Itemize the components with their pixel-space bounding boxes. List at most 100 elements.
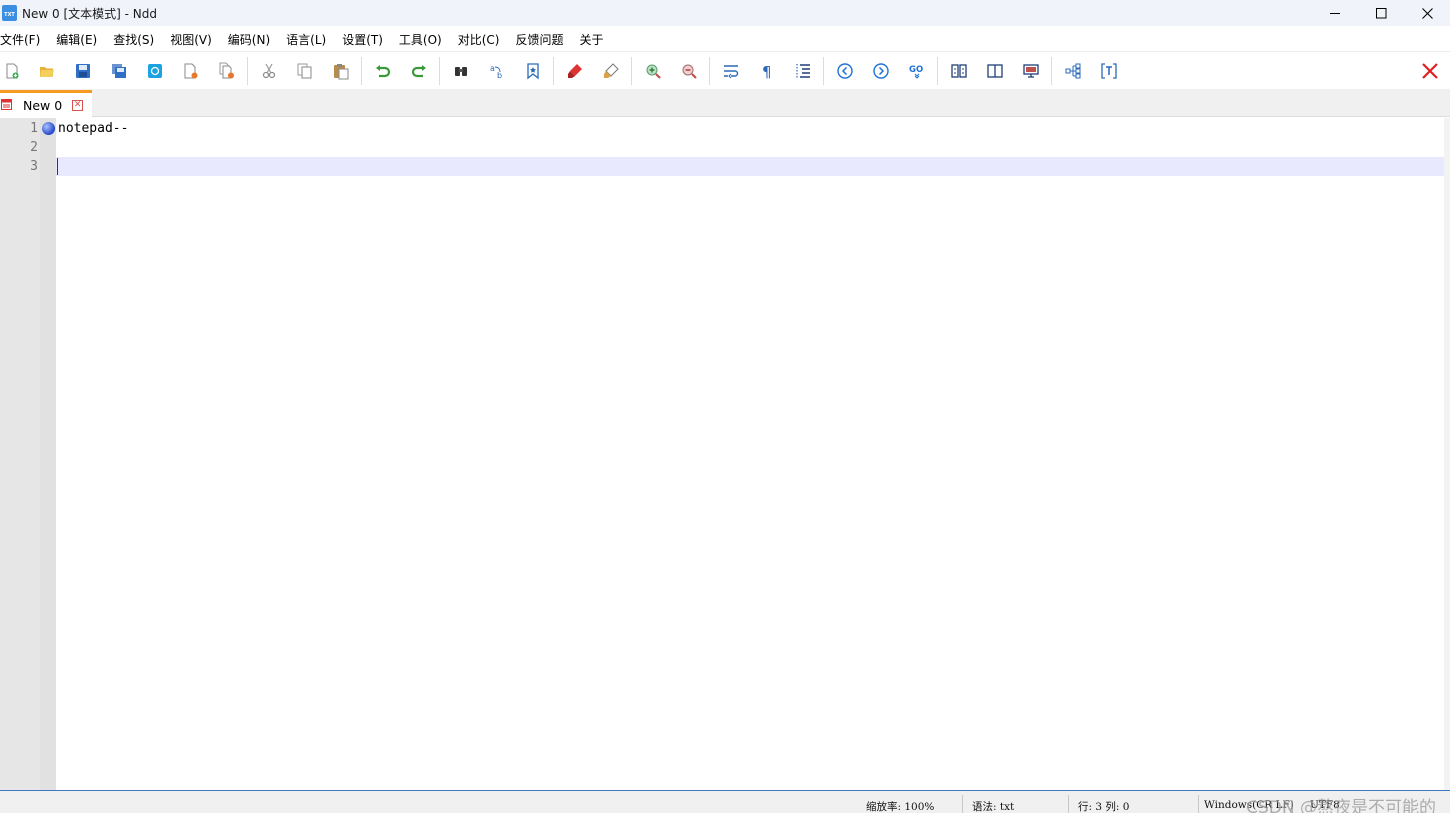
svg-text:b: b bbox=[497, 71, 502, 80]
auto-save-button[interactable] bbox=[145, 61, 165, 81]
compare-binary-button[interactable] bbox=[1021, 61, 1041, 81]
cut-button[interactable] bbox=[259, 61, 279, 81]
current-line-highlight bbox=[56, 157, 1444, 176]
close-file-button[interactable] bbox=[181, 61, 201, 81]
tab-close-icon[interactable]: ✕ bbox=[72, 99, 84, 111]
auto-save-icon bbox=[148, 64, 162, 78]
find-button[interactable] bbox=[451, 61, 471, 81]
save-icon bbox=[76, 64, 90, 78]
menu-bar: 文件(F) 编辑(E) 查找(S) 视图(V) 编码(N) 语言(L) 设置(T… bbox=[0, 27, 1450, 51]
menu-file[interactable]: 文件(F) bbox=[0, 31, 48, 48]
close-icon bbox=[1422, 63, 1438, 79]
minimize-button[interactable] bbox=[1312, 0, 1358, 26]
text-mode-button[interactable] bbox=[1099, 61, 1119, 81]
svg-text:GO: GO bbox=[909, 65, 923, 75]
text-bracket-icon bbox=[1101, 63, 1117, 79]
word-wrap-button[interactable] bbox=[721, 61, 741, 81]
status-separator bbox=[1198, 795, 1199, 813]
code-line[interactable]: notepad-- bbox=[58, 119, 128, 138]
status-separator bbox=[1068, 795, 1069, 813]
zoom-in-icon bbox=[646, 64, 661, 79]
menu-feedback[interactable]: 反馈问题 bbox=[507, 31, 571, 48]
pilcrow-icon: ¶ bbox=[762, 63, 772, 80]
toolbar-separator bbox=[631, 57, 632, 85]
app-icon-text: TXT bbox=[4, 12, 15, 18]
eraser-icon bbox=[604, 63, 619, 78]
menu-language[interactable]: 语言(L) bbox=[278, 31, 334, 48]
bookmark-marker-icon[interactable] bbox=[42, 122, 55, 135]
zoom-in-button[interactable] bbox=[643, 61, 663, 81]
replace-icon: ab bbox=[490, 64, 502, 80]
title-bar: TXT New 0 [文本模式] - Ndd bbox=[0, 0, 1450, 26]
text-caret bbox=[57, 158, 58, 175]
prev-diff-button[interactable] bbox=[835, 61, 855, 81]
goto-button[interactable]: GO bbox=[907, 61, 927, 81]
close-all-icon bbox=[219, 62, 234, 79]
marker-icon bbox=[568, 64, 582, 78]
scissors-icon bbox=[262, 63, 276, 79]
new-file-button[interactable] bbox=[2, 61, 22, 81]
indent-guide-button[interactable] bbox=[793, 61, 813, 81]
menu-about[interactable]: 关于 bbox=[571, 31, 611, 48]
toolbar-separator bbox=[247, 57, 248, 85]
clear-mark-button[interactable] bbox=[601, 61, 621, 81]
line-number: 3 bbox=[30, 159, 38, 174]
redo-icon bbox=[411, 65, 426, 78]
show-symbols-button[interactable]: ¶ bbox=[757, 61, 777, 81]
line-number-gutter: 1 2 3 bbox=[0, 118, 40, 790]
status-bar: 缩放率: 100% 语法: txt 行: 3 列: 0 Windows(CR L… bbox=[0, 790, 1450, 813]
paste-icon bbox=[334, 64, 349, 80]
status-zoom: 缩放率: 100% bbox=[866, 801, 935, 813]
save-button[interactable] bbox=[73, 61, 93, 81]
save-all-icon bbox=[112, 64, 126, 78]
compare-files-icon bbox=[987, 64, 1003, 78]
window-title: New 0 [文本模式] - Ndd bbox=[22, 6, 157, 21]
menu-compare[interactable]: 对比(C) bbox=[450, 31, 508, 48]
next-diff-button[interactable] bbox=[871, 61, 891, 81]
status-syntax: 语法: txt bbox=[972, 801, 1015, 813]
menu-search[interactable]: 查找(S) bbox=[105, 31, 162, 48]
menu-tools[interactable]: 工具(O) bbox=[391, 31, 450, 48]
app-icon: TXT bbox=[2, 5, 17, 21]
tab-label: New 0 bbox=[23, 97, 63, 113]
line-number: 2 bbox=[30, 140, 38, 155]
vertical-scrollbar[interactable] bbox=[1444, 118, 1450, 790]
menu-view[interactable]: 视图(V) bbox=[162, 31, 220, 48]
circle-right-icon bbox=[873, 63, 889, 79]
mark-button[interactable] bbox=[565, 61, 585, 81]
open-file-button[interactable] bbox=[37, 61, 57, 81]
editor[interactable]: 1 2 3 notepad-- bbox=[0, 118, 1450, 790]
zoom-out-button[interactable] bbox=[679, 61, 699, 81]
maximize-button[interactable] bbox=[1358, 0, 1404, 26]
close-all-button[interactable] bbox=[217, 61, 237, 81]
toolbar-separator bbox=[823, 57, 824, 85]
compare-files-button[interactable] bbox=[985, 61, 1005, 81]
paste-button[interactable] bbox=[331, 61, 351, 81]
close-tab-toolbar-button[interactable] bbox=[1420, 61, 1440, 81]
save-all-button[interactable] bbox=[109, 61, 129, 81]
svg-text:a: a bbox=[490, 64, 495, 73]
undo-button[interactable] bbox=[373, 61, 393, 81]
toolbar-separator bbox=[1051, 57, 1052, 85]
menu-edit[interactable]: 编辑(E) bbox=[48, 31, 105, 48]
indent-guide-icon bbox=[796, 64, 810, 78]
bookmark-button[interactable] bbox=[523, 61, 543, 81]
compare-dirs-button[interactable] bbox=[949, 61, 969, 81]
bookmark-margin[interactable] bbox=[40, 118, 56, 790]
word-wrap-icon bbox=[724, 65, 739, 79]
redo-button[interactable] bbox=[409, 61, 429, 81]
close-window-button[interactable] bbox=[1404, 0, 1450, 26]
tree-icon bbox=[1065, 63, 1081, 79]
menu-encoding[interactable]: 编码(N) bbox=[220, 31, 278, 48]
close-file-icon bbox=[184, 63, 198, 79]
copy-button[interactable] bbox=[295, 61, 315, 81]
tab-new-0[interactable]: New 0 ✕ bbox=[0, 90, 92, 117]
toolbar-separator bbox=[553, 57, 554, 85]
tab-bar: New 0 ✕ bbox=[0, 89, 1450, 117]
tree-view-button[interactable] bbox=[1063, 61, 1083, 81]
watermark: CSDN @熬夜是不可能的 bbox=[1246, 798, 1436, 813]
goto-icon: GO bbox=[909, 65, 923, 79]
menu-settings[interactable]: 设置(T) bbox=[334, 31, 391, 48]
replace-button[interactable]: ab bbox=[487, 61, 507, 81]
compare-binary-icon bbox=[1023, 64, 1039, 78]
